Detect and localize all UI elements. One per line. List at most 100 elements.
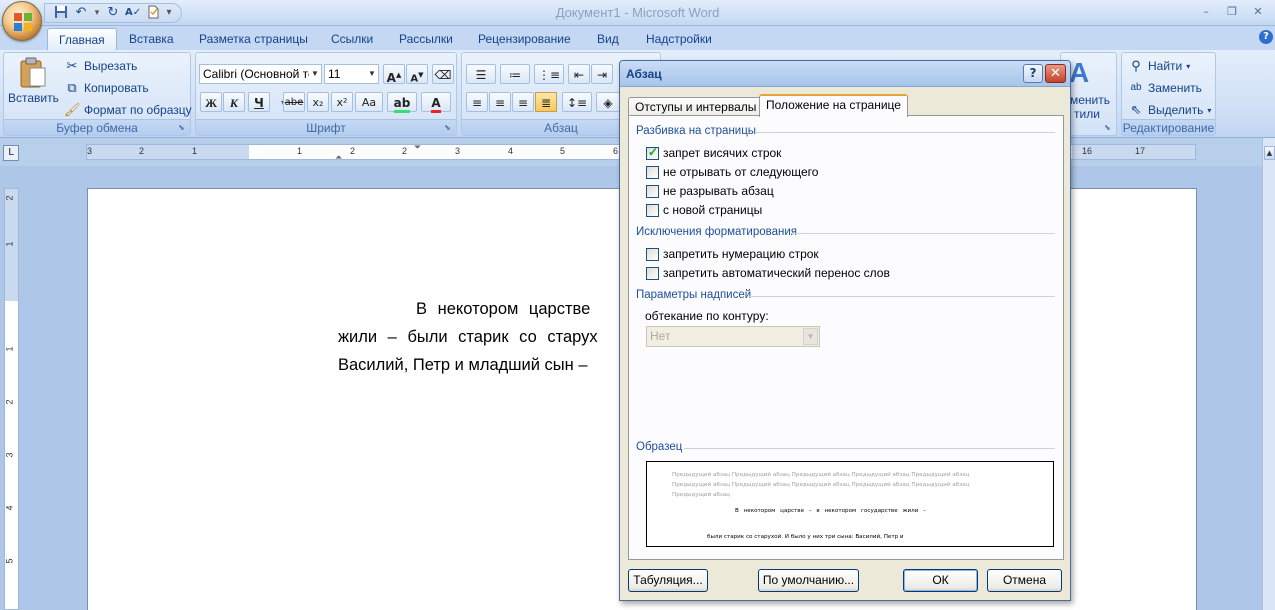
tab-references[interactable]: Ссылки <box>320 28 384 50</box>
dialog-close-button[interactable]: ✕ <box>1045 64 1066 83</box>
line-spacing-button[interactable]: ↕≡ <box>562 92 592 112</box>
shrink-font-button[interactable]: A▼ <box>406 64 428 84</box>
preview-heading: Образец <box>636 441 683 453</box>
replace-label: Заменить <box>1148 81 1202 95</box>
checkbox-icon <box>646 203 659 217</box>
tab-indents-spacing[interactable]: Отступы и интервалы <box>628 97 764 117</box>
increase-indent-button[interactable]: ⇥ <box>591 64 613 84</box>
numbering-button[interactable]: ≔ <box>500 64 530 84</box>
paste-label: Вставить <box>8 91 59 105</box>
tab-view[interactable]: Вид <box>586 28 630 50</box>
cut-label: Вырезать <box>84 59 138 73</box>
format-painter-button[interactable]: 🖌 Формат по образцу <box>64 102 192 118</box>
ok-button[interactable]: ОК <box>903 569 978 592</box>
paste-button[interactable]: Вставить <box>8 57 59 105</box>
align-left-button[interactable]: ≡ <box>466 92 488 112</box>
subscript-button[interactable]: x₂ <box>307 92 329 112</box>
title-bar: ↶ ▾ ↻ A✓ ▾ Документ1 - Microsoft Word – … <box>0 0 1275 26</box>
change-case-button[interactable]: Aa <box>355 92 383 112</box>
scroll-up-icon[interactable]: ▲ <box>1264 146 1275 160</box>
page-break-before-checkbox[interactable]: с новой страницы <box>646 203 762 217</box>
align-center-button[interactable]: ≡ <box>489 92 511 112</box>
clear-formatting-button[interactable]: ⌫ <box>432 64 454 84</box>
italic-button[interactable]: К <box>223 92 245 112</box>
vertical-ruler[interactable]: 2 1 1 2 3 4 5 <box>4 188 19 610</box>
ruler-number: 5 <box>4 558 15 564</box>
font-name-value: Calibri (Основной те <box>203 67 315 81</box>
font-color-button[interactable]: A <box>421 92 451 113</box>
align-right-icon: ≡ <box>517 96 529 110</box>
font-size-combo[interactable]: 11 ▼ <box>324 64 379 84</box>
shading-icon: ◈ <box>603 96 613 110</box>
grow-font-button[interactable]: A▲ <box>383 64 405 85</box>
keep-with-next-checkbox[interactable]: не отрывать от следующего <box>646 165 818 179</box>
clipboard-dialog-launcher-icon[interactable]: ⬊ <box>178 123 188 133</box>
ruler-number: 1 <box>192 146 198 156</box>
shading-button[interactable]: ◈ <box>596 92 620 112</box>
tab-selector-button[interactable]: L <box>3 145 19 161</box>
keep-lines-together-label: не разрывать абзац <box>663 184 774 198</box>
keep-lines-together-checkbox[interactable]: не разрывать абзац <box>646 184 774 198</box>
find-button[interactable]: ⚲ Найти ▾ <box>1128 58 1190 74</box>
tab-mailings[interactable]: Рассылки <box>388 28 464 50</box>
left-indent-marker-icon[interactable]: ⏶ <box>335 153 342 159</box>
scissors-icon: ✂ <box>66 58 78 73</box>
preview-previous-paragraph: Предыдущий абзац Предыдущий абзац Предыд… <box>672 472 970 498</box>
help-icon[interactable]: ? <box>1259 30 1273 44</box>
replace-button[interactable]: ab Заменить <box>1128 80 1202 96</box>
font-group-label: Шрифт <box>196 119 456 135</box>
suppress-line-numbers-checkbox[interactable]: запретить нумерацию строк <box>646 247 819 261</box>
align-center-icon: ≡ <box>494 96 506 110</box>
bold-button[interactable]: Ж <box>200 92 222 112</box>
first-line-indent-marker-icon[interactable]: ⏷ <box>414 145 421 153</box>
tab-review[interactable]: Рецензирование <box>467 28 582 50</box>
align-left-icon: ≡ <box>471 96 483 110</box>
office-button[interactable] <box>2 1 42 41</box>
bullets-button[interactable]: ☰ <box>466 64 496 84</box>
cancel-button[interactable]: Отмена <box>987 569 1062 592</box>
dialog-title-bar[interactable]: Абзац ? ✕ <box>620 61 1070 87</box>
widow-control-checkbox[interactable]: запрет висячих строк <box>646 145 781 160</box>
underline-button[interactable]: Ч <box>248 92 270 112</box>
tab-insert[interactable]: Вставка <box>118 28 185 50</box>
tab-page-layout[interactable]: Разметка страницы <box>188 28 319 50</box>
tab-addins[interactable]: Надстройки <box>635 28 723 50</box>
dont-hyphenate-checkbox[interactable]: запретить автоматический перенос слов <box>646 266 890 280</box>
minimize-button[interactable]: – <box>1193 4 1219 20</box>
ribbon-tabs: Главная Вставка Разметка страницы Ссылки… <box>0 26 1275 50</box>
numbering-icon: ≔ <box>509 68 521 82</box>
set-default-button[interactable]: По умолчанию... <box>758 569 859 592</box>
cut-button[interactable]: ✂ Вырезать <box>64 58 138 74</box>
highlight-button[interactable]: ab <box>387 92 417 113</box>
font-group: Calibri (Основной те ▼ 11 ▼ A▲ A▼ ⌫ Ж К … <box>195 52 457 136</box>
copy-button[interactable]: ⧉ Копировать <box>64 80 148 96</box>
tab-line-page-breaks[interactable]: Положение на странице <box>759 94 908 117</box>
chevron-down-icon: ▼ <box>803 328 818 345</box>
strikethrough-button[interactable]: abe <box>283 92 305 112</box>
font-dialog-launcher-icon[interactable]: ⬊ <box>444 123 454 133</box>
justify-button[interactable]: ≣ <box>535 92 557 112</box>
tabs-button[interactable]: Табуляция... <box>628 569 708 592</box>
decrease-indent-button[interactable]: ⇤ <box>568 64 590 84</box>
tab-home[interactable]: Главная <box>47 28 117 50</box>
styles-dialog-launcher-icon[interactable]: ⬊ <box>1104 123 1114 133</box>
change-styles-label[interactable]: менить <box>1070 93 1110 107</box>
pagination-heading: Разбивка на страницы <box>636 125 757 137</box>
ruler-number: 2 <box>402 146 408 156</box>
preview-line: были старик со старухой. И было у них тр… <box>707 534 904 540</box>
font-name-combo[interactable]: Calibri (Основной те ▼ <box>199 64 322 84</box>
checkbox-icon <box>646 247 659 261</box>
superscript-button[interactable]: x² <box>331 92 353 112</box>
maximize-button[interactable]: ❐ <box>1219 4 1245 20</box>
dont-hyphenate-label: запретить автоматический перенос слов <box>663 266 890 280</box>
align-right-button[interactable]: ≡ <box>512 92 534 112</box>
select-button[interactable]: ⇖ Выделить ▾ <box>1128 102 1212 118</box>
close-window-button[interactable]: ✕ <box>1245 4 1271 20</box>
font-color-icon: A <box>431 96 441 113</box>
ruler-number: 2 <box>139 146 145 156</box>
close-icon: ✕ <box>1050 66 1061 81</box>
multilevel-list-button[interactable]: ⋮≡ <box>534 64 564 84</box>
change-styles-icon[interactable]: A <box>1069 57 1089 89</box>
dialog-help-button[interactable]: ? <box>1023 64 1043 83</box>
vertical-scrollbar[interactable]: ▲ <box>1262 138 1275 610</box>
